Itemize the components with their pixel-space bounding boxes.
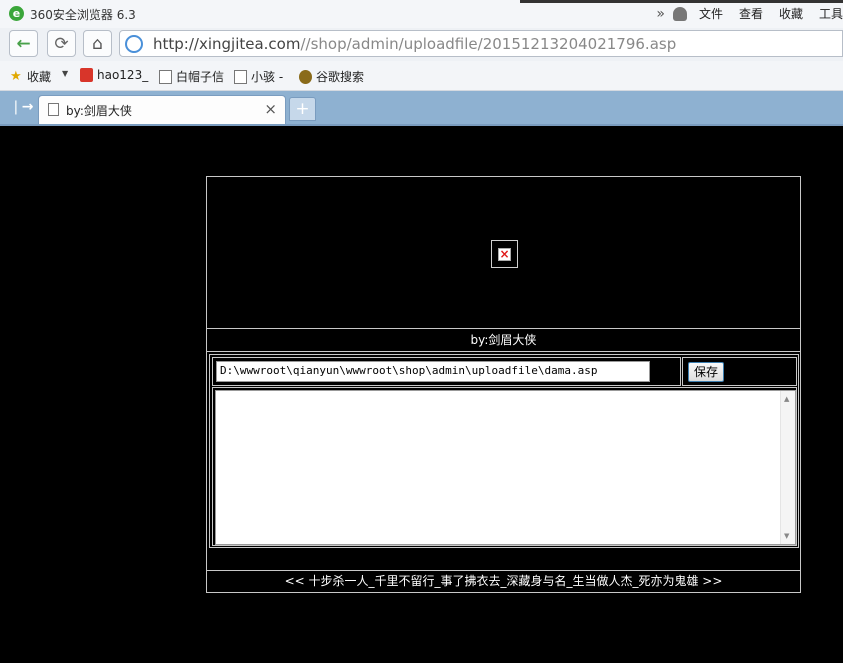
menu-favorites[interactable]: 收藏 <box>779 5 803 22</box>
favorite-xiaohai-label: 小骇 - <box>251 70 284 84</box>
arrow-left-icon: ← <box>16 33 31 54</box>
scroll-up-icon[interactable]: ▲ <box>784 395 789 403</box>
star-icon: ★ <box>10 68 22 84</box>
chevron-down-icon[interactable]: ▼ <box>62 69 68 78</box>
content-cell: ▲ ▼ <box>212 387 797 546</box>
upload-form-frame: × by:剑眉大侠 D:\wwwroot\qianyun\wwwroot\sho… <box>206 176 801 593</box>
favorite-hao123-label: hao123_ <box>97 68 149 82</box>
user-icon[interactable] <box>672 6 687 21</box>
favorite-hao123[interactable]: hao123_ <box>80 68 148 82</box>
page-icon <box>159 69 172 84</box>
tab-label: by:剑眉大侠 <box>66 104 132 118</box>
browser-title: 360安全浏览器 6.3 <box>30 8 136 22</box>
file-content-textarea[interactable]: ▲ ▼ <box>215 390 796 545</box>
favorite-google-search[interactable]: 谷歌搜索 <box>299 68 364 85</box>
textarea-scrollbar[interactable]: ▲ ▼ <box>780 391 795 544</box>
hao123-icon <box>80 68 93 82</box>
page-icon <box>234 69 247 84</box>
back-button[interactable]: ← <box>9 30 38 57</box>
address-path: //shop/admin/uploadfile/2015121320402179… <box>300 35 677 53</box>
broken-image-icon: × <box>491 240 518 268</box>
address-domain: http://xingjitea.com <box>153 35 301 53</box>
author-label: by:剑眉大侠 <box>207 329 800 352</box>
address-url[interactable]: http://xingjitea.com//shop/admin/uploadf… <box>153 35 676 53</box>
site-security-icon <box>125 35 143 53</box>
image-area: × <box>207 177 800 329</box>
favorites-bar: ★ 收藏 ▼ hao123_ 白帽子信 小骇 - 谷歌搜索 <box>0 61 843 91</box>
home-button[interactable]: ⌂ <box>83 30 112 57</box>
footer-motto: << 十步杀一人_千里不留行_事了拂衣去_深藏身与名_生当做人杰_死亦为鬼雄 >… <box>207 570 800 592</box>
paw-icon <box>299 69 312 84</box>
scroll-down-icon[interactable]: ▼ <box>784 532 789 540</box>
menu-bar: » 文件 查看 收藏 工具 <box>656 5 843 22</box>
tab-bar: ❘→ by:剑眉大侠 × + <box>0 91 843 124</box>
refresh-button[interactable]: ⟳ <box>47 30 76 57</box>
chevron-double-icon[interactable]: » <box>656 6 665 22</box>
page-content: × by:剑眉大侠 D:\wwwroot\qianyun\wwwroot\sho… <box>0 126 843 663</box>
save-cell: 保存 <box>682 357 797 386</box>
menu-file[interactable]: 文件 <box>699 5 723 22</box>
window-edge <box>520 0 843 3</box>
new-tab-button[interactable]: + <box>289 97 316 121</box>
favorites-menu[interactable]: ★ 收藏 <box>10 68 51 85</box>
favorites-label: 收藏 <box>27 70 52 84</box>
address-bar[interactable]: http://xingjitea.com//shop/admin/uploadf… <box>119 30 843 57</box>
favorite-xiaohai[interactable]: 小骇 - <box>234 68 283 85</box>
navigation-bar: ← ⟳ ⌂ http://xingjitea.com//shop/admin/u… <box>0 28 843 61</box>
home-icon: ⌂ <box>92 33 103 54</box>
tab-active[interactable]: by:剑眉大侠 × <box>38 95 286 124</box>
browser-logo-icon: e <box>9 6 24 21</box>
document-icon <box>48 103 59 116</box>
favorite-google-search-label: 谷歌搜索 <box>316 70 365 84</box>
menu-tools[interactable]: 工具 <box>819 5 843 22</box>
favorite-baimaozi-label: 白帽子信 <box>176 70 225 84</box>
path-cell: D:\wwwroot\qianyun\wwwroot\shop\admin\up… <box>212 357 681 386</box>
menu-view[interactable]: 查看 <box>739 5 763 22</box>
sidebar-toggle-icon[interactable]: ❘→ <box>10 99 33 115</box>
save-button[interactable]: 保存 <box>688 362 724 382</box>
edit-form: D:\wwwroot\qianyun\wwwroot\shop\admin\up… <box>209 354 799 548</box>
close-icon[interactable]: × <box>264 100 277 118</box>
refresh-icon: ⟳ <box>54 33 69 54</box>
favorite-baimaozi[interactable]: 白帽子信 <box>159 68 224 85</box>
file-path-input[interactable]: D:\wwwroot\qianyun\wwwroot\shop\admin\up… <box>216 361 650 382</box>
browser-titlebar: e 360安全浏览器 6.3 » 文件 查看 收藏 工具 <box>0 0 843 28</box>
